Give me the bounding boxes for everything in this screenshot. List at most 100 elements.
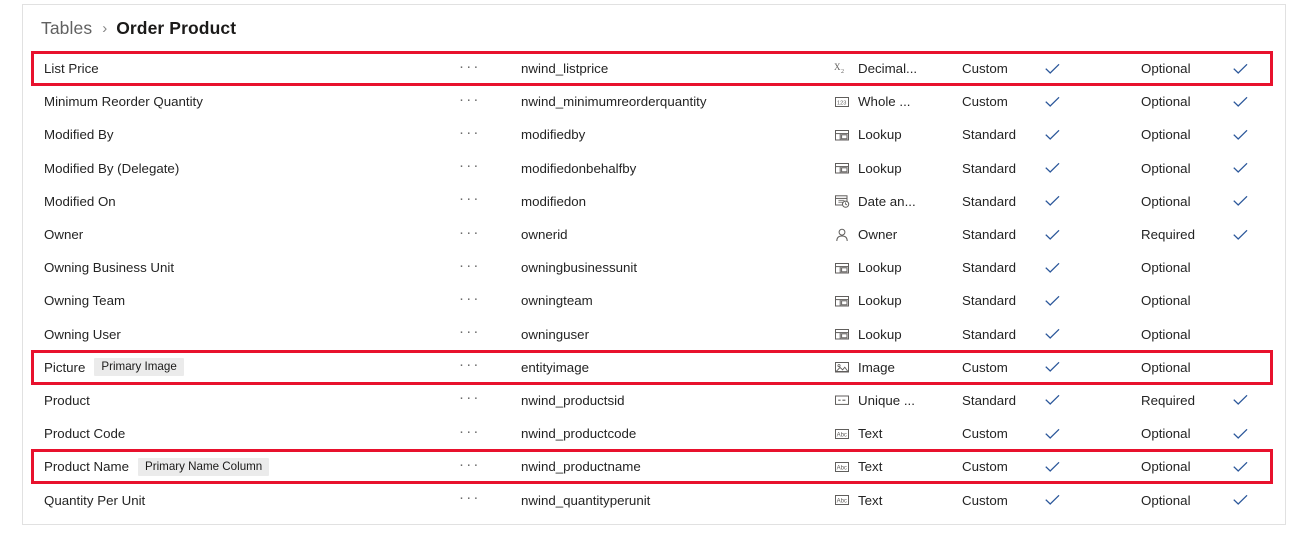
cell-logical-name: nwind_productname (521, 459, 641, 475)
cell-row-actions[interactable]: ··· (459, 258, 521, 278)
cell-row-actions[interactable]: ··· (459, 158, 521, 178)
cell-display-name[interactable]: Modified By (23, 127, 459, 142)
checkmark-icon (1045, 229, 1060, 241)
checkmark-icon (1233, 494, 1248, 506)
more-options-icon[interactable]: ··· (459, 191, 481, 211)
status-badge: Primary Name Column (138, 457, 270, 476)
lookup-icon (834, 261, 851, 275)
table-row[interactable]: Modified On ··· modifiedon Date an... Standa… (23, 185, 1285, 218)
checkmark-icon (1233, 461, 1248, 473)
cell-column-type: Standard (962, 260, 1016, 276)
table-row[interactable]: Modified By ··· modifiedby Lookup Standard Op… (23, 118, 1285, 151)
table-row[interactable]: Picture Primary Image ··· entityimage Image C… (23, 349, 1285, 386)
table-row[interactable]: Product ··· nwind_productsid Unique ... Stan… (23, 384, 1285, 417)
cell-row-actions[interactable]: ··· (459, 191, 521, 211)
cell-customizable (1045, 229, 1141, 241)
cell-searchable (1233, 96, 1273, 108)
breadcrumb-tables-link[interactable]: Tables (41, 18, 92, 39)
cell-data-type: Abc Text (834, 459, 962, 474)
cell-display-name[interactable]: Product Name Primary Name Column (23, 457, 459, 476)
cell-required-level: Optional (1141, 459, 1191, 475)
column-display-name: Owner (44, 227, 84, 243)
cell-required-level: Required (1141, 227, 1195, 243)
table-row[interactable]: Owner ··· ownerid Owner Standard Required (23, 218, 1285, 251)
more-options-icon[interactable]: ··· (459, 125, 481, 145)
more-options-icon[interactable]: ··· (459, 357, 481, 377)
cell-searchable (1233, 394, 1273, 406)
table-row[interactable]: List Price ··· nwind_listprice X 2 Decimal...… (23, 50, 1285, 87)
cell-display-name[interactable]: Owner (23, 227, 459, 242)
more-options-icon[interactable]: ··· (459, 258, 481, 278)
cell-display-name[interactable]: Modified On (23, 194, 459, 209)
checkmark-icon (1045, 394, 1060, 406)
cell-display-name[interactable]: Modified By (Delegate) (23, 161, 459, 176)
table-row[interactable]: Modified By (Delegate) ··· modifiedonbehal… (23, 152, 1285, 185)
cell-display-name[interactable]: Owning Team (23, 293, 459, 308)
cell-column-type: Custom (962, 492, 1008, 508)
cell-customizable (1045, 96, 1141, 108)
cell-row-actions[interactable]: ··· (459, 291, 521, 311)
more-options-icon[interactable]: ··· (459, 324, 481, 344)
cell-display-name[interactable]: Picture Primary Image (23, 358, 459, 377)
cell-logical-name: modifiedby (521, 127, 586, 143)
cell-logical-name: owningbusinessunit (521, 260, 638, 276)
lookup-icon (834, 294, 851, 308)
more-options-icon[interactable]: ··· (459, 490, 481, 510)
svg-text:X: X (834, 62, 841, 72)
cell-required-level: Optional (1141, 61, 1191, 77)
column-display-name: Owning Business Unit (44, 260, 175, 276)
table-row[interactable]: Minimum Reorder Quantity ··· nwind_minimum… (23, 85, 1285, 118)
lookup-icon (834, 327, 851, 341)
more-options-icon[interactable]: ··· (459, 291, 481, 311)
cell-required-level: Optional (1141, 260, 1191, 276)
cell-row-actions[interactable]: ··· (459, 125, 521, 145)
cell-row-actions[interactable]: ··· (459, 390, 521, 410)
cell-display-name[interactable]: Product (23, 393, 459, 408)
cell-column-type: Standard (962, 127, 1016, 143)
date-and-time-icon (834, 194, 851, 209)
column-display-name: List Price (44, 61, 99, 77)
cell-customizable (1045, 428, 1141, 440)
cell-searchable (1233, 162, 1273, 174)
cell-logical-name: modifiedon (521, 193, 587, 209)
more-options-icon[interactable]: ··· (459, 457, 481, 477)
more-options-icon[interactable]: ··· (459, 225, 481, 245)
cell-row-actions[interactable]: ··· (459, 490, 521, 510)
cell-column-type: Standard (962, 326, 1016, 342)
table-row[interactable]: Quantity Per Unit ··· nwind_quantityperuni… (23, 483, 1285, 516)
table-row[interactable]: Owning Business Unit ··· owningbusinessuni… (23, 251, 1285, 284)
cell-row-actions[interactable]: ··· (459, 59, 521, 79)
cell-row-actions[interactable]: ··· (459, 457, 521, 477)
column-display-name: Product Code (44, 426, 126, 442)
breadcrumb-separator-icon: › (102, 20, 108, 37)
table-row[interactable]: Owning User ··· owninguser Lookup Standard Op… (23, 318, 1285, 351)
more-options-icon[interactable]: ··· (459, 390, 481, 410)
cell-display-name[interactable]: Owning User (23, 327, 459, 342)
cell-display-name[interactable]: Quantity Per Unit (23, 493, 459, 508)
cell-searchable (1233, 428, 1273, 440)
cell-data-type: Abc Text (834, 493, 962, 508)
cell-display-name[interactable]: Minimum Reorder Quantity (23, 94, 459, 109)
cell-row-actions[interactable]: ··· (459, 424, 521, 444)
cell-display-name[interactable]: List Price (23, 61, 459, 76)
more-options-icon[interactable]: ··· (459, 424, 481, 444)
cell-display-name[interactable]: Owning Business Unit (23, 260, 459, 275)
table-row[interactable]: Product Name Primary Name Column ··· nwind_… (23, 449, 1285, 485)
table-row[interactable]: Owning Team ··· owningteam Lookup Standard Op… (23, 284, 1285, 317)
cell-data-type: Image (834, 360, 962, 375)
cell-data-type: X 2 Decimal... (834, 61, 962, 76)
cell-row-actions[interactable]: ··· (459, 92, 521, 112)
cell-display-name[interactable]: Product Code (23, 426, 459, 441)
more-options-icon[interactable]: ··· (459, 59, 481, 79)
cell-row-actions[interactable]: ··· (459, 357, 521, 377)
cell-data-type: Lookup (834, 127, 962, 142)
cell-required-level: Required (1141, 392, 1195, 408)
breadcrumb: Tables › Order Product (23, 5, 1285, 52)
cell-row-actions[interactable]: ··· (459, 225, 521, 245)
cell-column-type: Custom (962, 61, 1008, 77)
cell-column-type: Standard (962, 293, 1016, 309)
more-options-icon[interactable]: ··· (459, 92, 481, 112)
more-options-icon[interactable]: ··· (459, 158, 481, 178)
table-row[interactable]: Product Code ··· nwind_productcode Abc Text C… (23, 417, 1285, 450)
cell-row-actions[interactable]: ··· (459, 324, 521, 344)
